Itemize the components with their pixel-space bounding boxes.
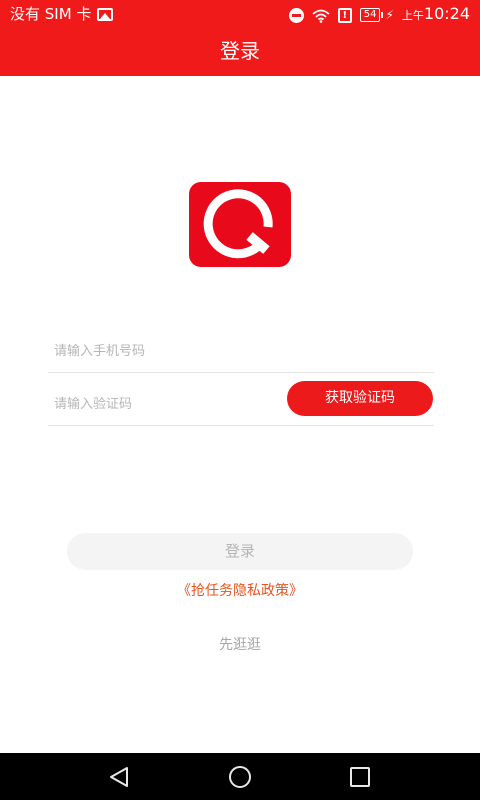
status-bar: 没有 SIM 卡 ! 54 ⚡ 上午10:24: [0, 0, 480, 28]
system-nav-bar: [0, 753, 480, 800]
clock-time: 10:24: [423, 4, 470, 23]
status-bar-left: 没有 SIM 卡: [10, 4, 114, 24]
back-icon[interactable]: [108, 766, 130, 788]
privacy-policy-link[interactable]: 《抢任务隐私政策》: [0, 581, 480, 601]
battery-icon: 54: [359, 8, 384, 22]
clock: 上午10:24: [402, 4, 470, 26]
verification-code-input[interactable]: [54, 393, 284, 415]
app-logo: [189, 182, 291, 267]
image-notification-icon: [97, 7, 114, 21]
q-logo-icon: [203, 189, 273, 259]
clock-period: 上午: [401, 9, 424, 22]
phone-input[interactable]: [54, 340, 284, 362]
browse-first-link[interactable]: 先逛逛: [0, 635, 480, 655]
carrier-label: 没有 SIM 卡: [10, 5, 92, 23]
alert-icon: !: [337, 7, 352, 23]
recent-apps-icon[interactable]: [350, 767, 370, 787]
charging-icon: ⚡: [385, 8, 394, 22]
battery-level: 54: [363, 9, 377, 20]
wifi-icon: [312, 8, 330, 23]
do-not-disturb-icon: [288, 7, 304, 23]
home-icon[interactable]: [229, 766, 251, 788]
status-bar-right: ! 54 ⚡ 上午10:24: [288, 4, 470, 26]
login-button[interactable]: 登录: [67, 533, 413, 570]
app-bar: 登录: [0, 28, 480, 76]
phone-field: [48, 330, 434, 373]
page-title: 登录: [220, 39, 260, 63]
get-code-button[interactable]: 获取验证码: [287, 381, 433, 416]
